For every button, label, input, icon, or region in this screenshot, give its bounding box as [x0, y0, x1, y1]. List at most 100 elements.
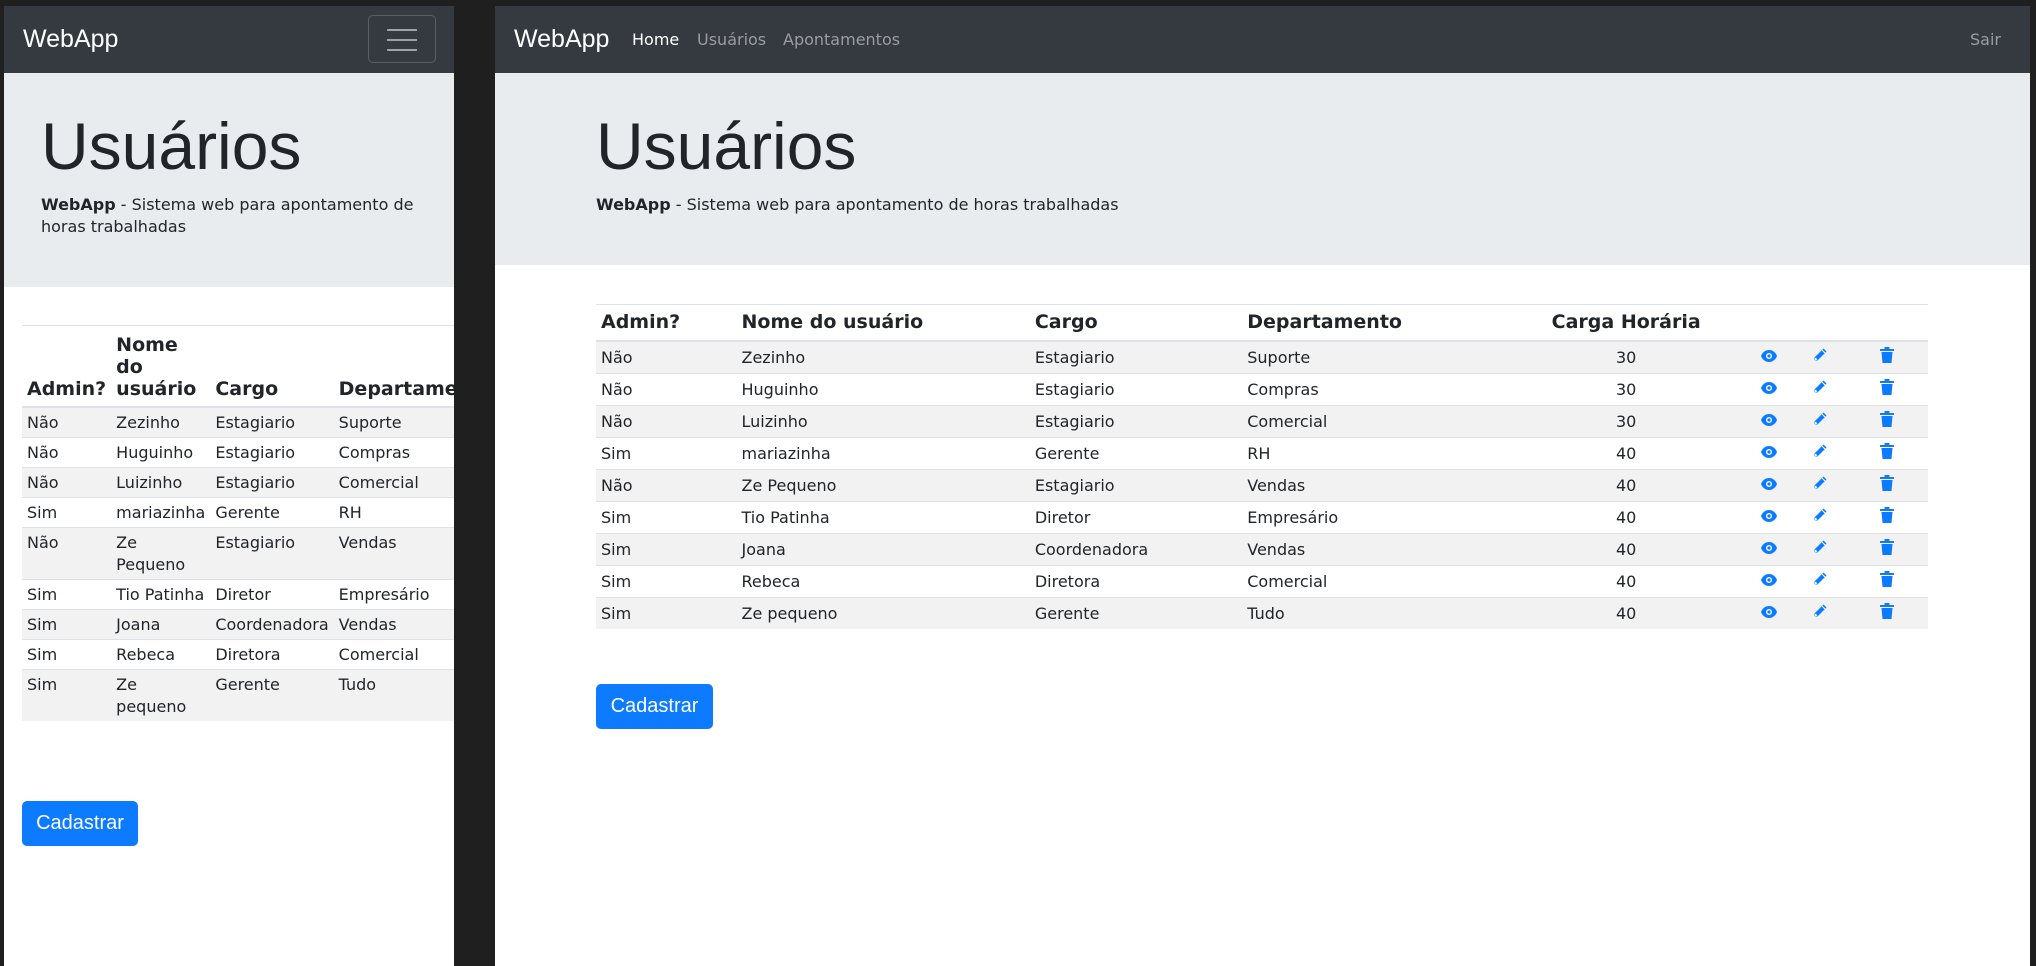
cell-carga-horaria: 40 — [1509, 500, 1744, 533]
trash-icon[interactable] — [1879, 347, 1894, 369]
cell-cargo: Diretor — [210, 579, 334, 610]
cell-nome: Tio Patinha — [111, 579, 211, 610]
navbar-brand[interactable]: WebApp — [23, 25, 118, 54]
cell-carga-horaria: 40 — [1509, 532, 1744, 565]
navbar: WebApp Home Usuários Apontamentos Sair — [495, 6, 2030, 73]
pencil-icon[interactable] — [1812, 379, 1828, 401]
trash-icon[interactable] — [1879, 538, 1894, 561]
cell-admin: Não — [596, 404, 737, 437]
delete-action — [1845, 436, 1928, 469]
cell-carga-horaria: 30 — [1509, 340, 1744, 373]
trash-icon[interactable] — [1879, 506, 1894, 529]
mobile-browser-window: WebApp Usuários WebApp - Sistema web par… — [4, 6, 454, 966]
pencil-icon[interactable] — [1812, 443, 1828, 465]
trash-icon[interactable] — [1879, 410, 1894, 433]
cell-cargo: Estagiario — [210, 437, 334, 468]
table-row: Sim mariazinha Gerente RH — [22, 497, 454, 528]
cell-cargo: Estagiario — [1029, 340, 1243, 373]
trash-icon[interactable] — [1879, 474, 1894, 497]
eye-icon[interactable] — [1760, 443, 1778, 465]
cell-admin: Sim — [22, 669, 112, 721]
cell-nome: Luizinho — [111, 467, 211, 498]
nav-sair[interactable]: Sair — [1970, 30, 2001, 49]
table-row: Não Huguinho Estagiario Compras — [22, 437, 454, 468]
delete-action — [1845, 404, 1928, 437]
trash-icon[interactable] — [1879, 442, 1894, 465]
cell-cargo: Coordenadora — [210, 609, 334, 640]
eye-icon[interactable] — [1760, 603, 1778, 625]
desktop-browser-window: WebApp Home Usuários Apontamentos Sair U… — [495, 6, 2030, 966]
subtitle-text: - Sistema web para apontamento de horas … — [670, 195, 1119, 214]
pencil-icon[interactable] — [1812, 571, 1828, 593]
cell-nome: Zezinho — [111, 406, 211, 438]
cell-carga-horaria: 30 — [1509, 404, 1744, 437]
cell-departamento: Comercial — [1242, 564, 1510, 597]
cell-cargo: Diretora — [1029, 564, 1243, 597]
header-cargo: Cargo — [1029, 304, 1243, 342]
cadastrar-button[interactable]: Cadastrar — [596, 684, 713, 729]
delete-action — [1845, 340, 1928, 373]
header-delete — [1845, 304, 1928, 342]
pencil-icon[interactable] — [1812, 507, 1828, 529]
cell-admin: Não — [596, 372, 737, 405]
header-admin: Admin? — [22, 325, 112, 408]
eye-icon[interactable] — [1760, 507, 1778, 529]
cell-nome: Ze pequeno — [111, 669, 211, 721]
cell-carga-horaria: 30 — [1509, 372, 1744, 405]
table-row: Não Zezinho Estagiario Suporte 30 — [596, 340, 1928, 373]
nav-apontamentos[interactable]: Apontamentos — [783, 30, 900, 49]
cell-departamento: Compras — [333, 437, 454, 468]
delete-action — [1845, 500, 1928, 533]
pencil-icon[interactable] — [1812, 475, 1828, 497]
navbar-toggler-button[interactable] — [368, 15, 436, 63]
trash-icon[interactable] — [1879, 603, 1894, 625]
cell-departamento: Empresário — [1242, 500, 1510, 533]
cell-nome: Zezinho — [736, 340, 1030, 373]
eye-icon[interactable] — [1760, 347, 1778, 369]
cell-carga-horaria: 40 — [1509, 596, 1744, 629]
cell-cargo: Estagiario — [1029, 468, 1243, 501]
cell-admin: Não — [22, 527, 112, 580]
page-subtitle: WebApp - Sistema web para apontamento de… — [41, 194, 431, 238]
cell-departamento: Empresário — [333, 579, 454, 610]
eye-icon[interactable] — [1760, 571, 1778, 593]
navbar: WebApp — [4, 6, 454, 73]
view-action — [1743, 468, 1795, 501]
eye-icon[interactable] — [1760, 379, 1778, 401]
cell-nome: mariazinha — [736, 436, 1030, 469]
nav-home[interactable]: Home — [632, 30, 679, 49]
eye-icon[interactable] — [1760, 411, 1778, 433]
cell-nome: Luizinho — [736, 404, 1030, 437]
cell-departamento: Comercial — [333, 467, 454, 498]
users-table: Admin? Nome do usuário Cargo Departament… — [596, 304, 1928, 629]
table-row: Sim mariazinha Gerente RH 40 — [596, 436, 1928, 469]
pencil-icon[interactable] — [1812, 603, 1828, 625]
cell-cargo: Estagiario — [1029, 404, 1243, 437]
header-edit — [1794, 304, 1846, 342]
trash-icon[interactable] — [1879, 570, 1894, 593]
pencil-icon[interactable] — [1812, 347, 1828, 369]
edit-action — [1794, 404, 1846, 437]
cell-admin: Sim — [596, 532, 737, 565]
cell-admin: Não — [22, 437, 112, 468]
cell-nome: Huguinho — [111, 437, 211, 468]
navbar-brand[interactable]: WebApp — [514, 25, 609, 54]
cell-admin: Sim — [596, 564, 737, 597]
nav-usuarios[interactable]: Usuários — [697, 30, 766, 49]
cell-admin: Não — [22, 467, 112, 498]
cadastrar-button[interactable]: Cadastrar — [22, 801, 138, 846]
header-carga-horaria: Carga Horária — [1509, 304, 1744, 342]
eye-icon[interactable] — [1760, 475, 1778, 497]
edit-action — [1794, 596, 1846, 629]
cell-nome: Joana — [111, 609, 211, 640]
trash-icon[interactable] — [1879, 378, 1894, 401]
header-nome: Nome do usuário — [111, 325, 211, 408]
table-row: Não Huguinho Estagiario Compras 30 — [596, 372, 1928, 405]
header-departamento: Departamento — [1242, 304, 1510, 342]
table-row: Sim Joana Coordenadora Vendas 40 — [596, 532, 1928, 565]
eye-icon[interactable] — [1760, 539, 1778, 561]
cell-nome: Ze Pequeno — [736, 468, 1030, 501]
pencil-icon[interactable] — [1812, 411, 1828, 433]
cell-nome: Ze Pequeno — [111, 527, 211, 580]
pencil-icon[interactable] — [1812, 539, 1828, 561]
